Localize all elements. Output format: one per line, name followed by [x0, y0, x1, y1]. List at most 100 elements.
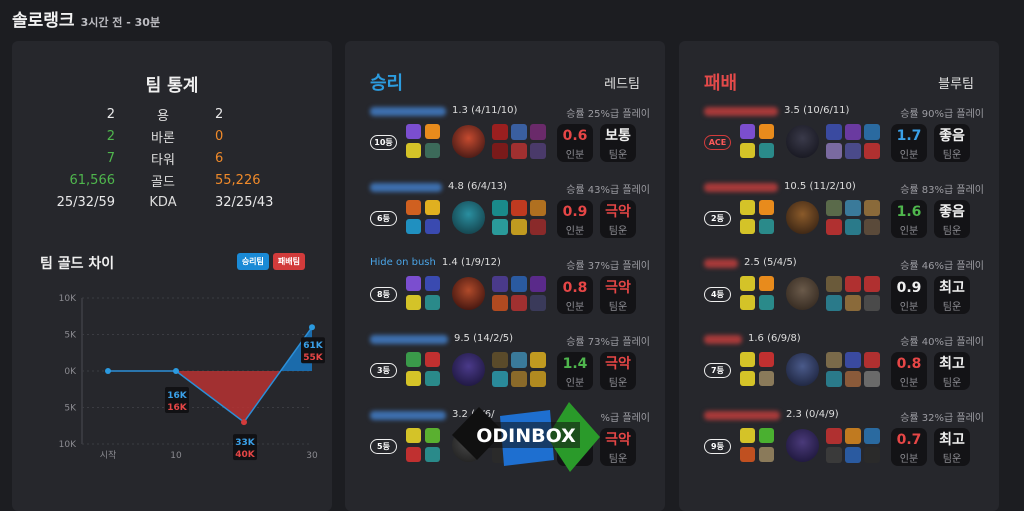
player-row[interactable]: 2.5 (5/4/5) 승률 46%급 플레이 4등 0.9 인분 최고 팀운	[704, 257, 984, 317]
item-icon[interactable]	[864, 200, 880, 216]
item-icon[interactable]	[826, 124, 842, 140]
item-icon[interactable]	[845, 295, 861, 311]
player-row[interactable]: 10.5 (11/2/10) 승률 83%급 플레이 2등 1.6 인분 좋음 팀운	[704, 181, 984, 241]
item-icon[interactable]	[530, 276, 546, 292]
champion-portrait-icon[interactable]	[786, 277, 819, 310]
item-icon[interactable]	[492, 200, 508, 216]
item-icon[interactable]	[826, 428, 842, 444]
player-row[interactable]: 2.3 (0/4/9) 승률 32%급 플레이 9등 0.7 인분 최고 팀운	[704, 409, 984, 469]
player-name-blurred[interactable]	[370, 335, 448, 344]
item-icon[interactable]	[511, 219, 527, 235]
item-icon[interactable]	[511, 276, 527, 292]
item-icon[interactable]	[845, 219, 861, 235]
player-name-blurred[interactable]	[704, 411, 780, 420]
item-icon[interactable]	[845, 143, 861, 159]
player-row[interactable]: 1.6 (6/9/8) 승률 40%급 플레이 7등 0.8 인분 최고 팀운	[704, 333, 984, 393]
item-icon[interactable]	[845, 352, 861, 368]
item-icon[interactable]	[864, 124, 880, 140]
item-icon[interactable]	[492, 219, 508, 235]
item-icon[interactable]	[530, 219, 546, 235]
player-name-blurred[interactable]	[704, 107, 778, 116]
player-name-text[interactable]: Hide on bush	[370, 257, 436, 270]
item-icon[interactable]	[492, 124, 508, 140]
item-icon[interactable]	[826, 352, 842, 368]
item-icon[interactable]	[826, 371, 842, 387]
item-icon[interactable]	[530, 371, 546, 387]
champion-portrait-icon[interactable]	[452, 277, 485, 310]
item-icon[interactable]	[826, 219, 842, 235]
player-name-blurred[interactable]	[704, 259, 738, 268]
item-icon[interactable]	[864, 295, 880, 311]
item-icon[interactable]	[492, 143, 508, 159]
item-icon[interactable]	[864, 143, 880, 159]
item-icon[interactable]	[492, 371, 508, 387]
item-icon[interactable]	[530, 295, 546, 311]
item-icon[interactable]	[511, 371, 527, 387]
item-icon[interactable]	[826, 200, 842, 216]
player-name[interactable]: 3.5 (10/6/11)	[704, 105, 849, 118]
champion-portrait-icon[interactable]	[786, 353, 819, 386]
item-icon[interactable]	[864, 219, 880, 235]
champion-portrait-icon[interactable]	[452, 125, 485, 158]
player-name[interactable]: 1.3 (4/11/10)	[370, 105, 517, 118]
item-icon[interactable]	[826, 276, 842, 292]
player-row[interactable]: 4.8 (6/4/13) 승률 43%급 플레이 6등 0.9 인분 극악 팀운	[370, 181, 650, 241]
item-icon[interactable]	[826, 295, 842, 311]
player-name[interactable]: 9.5 (14/2/5)	[370, 333, 513, 346]
player-name[interactable]: Hide on bush 1.4 (1/9/12)	[370, 257, 501, 270]
spell-icon	[425, 219, 440, 234]
legend-lose-team[interactable]: 패배팀	[272, 253, 305, 270]
item-icon[interactable]	[826, 143, 842, 159]
player-name[interactable]: 1.6 (6/9/8)	[704, 333, 801, 346]
player-name[interactable]: 10.5 (11/2/10)	[704, 181, 856, 194]
spell-icon	[759, 447, 774, 462]
y-tick-label: 5K	[64, 404, 77, 414]
champion-portrait-icon[interactable]	[786, 125, 819, 158]
player-name-blurred[interactable]	[704, 183, 778, 192]
player-name-blurred[interactable]	[370, 411, 446, 420]
champion-portrait-icon[interactable]	[452, 353, 485, 386]
champion-portrait-icon[interactable]	[452, 201, 485, 234]
player-name-blurred[interactable]	[704, 335, 742, 344]
item-icon[interactable]	[492, 276, 508, 292]
team-luck: 최고 팀운	[934, 428, 970, 466]
item-icon[interactable]	[845, 447, 861, 463]
item-icon[interactable]	[492, 352, 508, 368]
team-luck-label: 팀운	[608, 454, 628, 465]
item-icon[interactable]	[530, 124, 546, 140]
item-icon[interactable]	[864, 276, 880, 292]
item-icon[interactable]	[864, 428, 880, 444]
player-row[interactable]: Hide on bush 1.4 (1/9/12) 승률 37%급 플레이 8등 0.8…	[370, 257, 650, 317]
item-icon[interactable]	[845, 124, 861, 140]
item-icon[interactable]	[511, 295, 527, 311]
champion-portrait-icon[interactable]	[786, 429, 819, 462]
item-icon[interactable]	[845, 371, 861, 387]
item-icon[interactable]	[845, 428, 861, 444]
team-luck-value: 극악	[605, 204, 631, 220]
item-icon[interactable]	[845, 200, 861, 216]
item-icon[interactable]	[864, 352, 880, 368]
player-name[interactable]: 4.8 (6/4/13)	[370, 181, 507, 194]
player-row[interactable]: 1.3 (4/11/10) 승률 25%급 플레이 10등 0.6 인분 보통 팀운	[370, 105, 650, 165]
item-icon[interactable]	[492, 295, 508, 311]
player-name-blurred[interactable]	[370, 183, 442, 192]
player-name[interactable]: 2.5 (5/4/5)	[704, 257, 797, 270]
player-row[interactable]: 9.5 (14/2/5) 승률 73%급 플레이 3등 1.4 인분 극악 팀운	[370, 333, 650, 393]
player-row[interactable]: 3.5 (10/6/11) 승률 90%급 플레이 ACE 1.7 인분 좋음 팀운	[704, 105, 984, 165]
item-icon[interactable]	[864, 371, 880, 387]
item-icon[interactable]	[826, 447, 842, 463]
spell-icon	[425, 447, 440, 462]
player-name-blurred[interactable]	[370, 107, 446, 116]
item-icon[interactable]	[845, 276, 861, 292]
item-icon[interactable]	[530, 352, 546, 368]
item-icon[interactable]	[511, 200, 527, 216]
player-name[interactable]: 2.3 (0/4/9)	[704, 409, 839, 422]
item-icon[interactable]	[511, 143, 527, 159]
champion-portrait-icon[interactable]	[786, 201, 819, 234]
legend-win-team[interactable]: 승리팀	[236, 253, 269, 270]
item-icon[interactable]	[864, 447, 880, 463]
item-icon[interactable]	[530, 200, 546, 216]
item-icon[interactable]	[530, 143, 546, 159]
item-icon[interactable]	[511, 352, 527, 368]
item-icon[interactable]	[511, 124, 527, 140]
